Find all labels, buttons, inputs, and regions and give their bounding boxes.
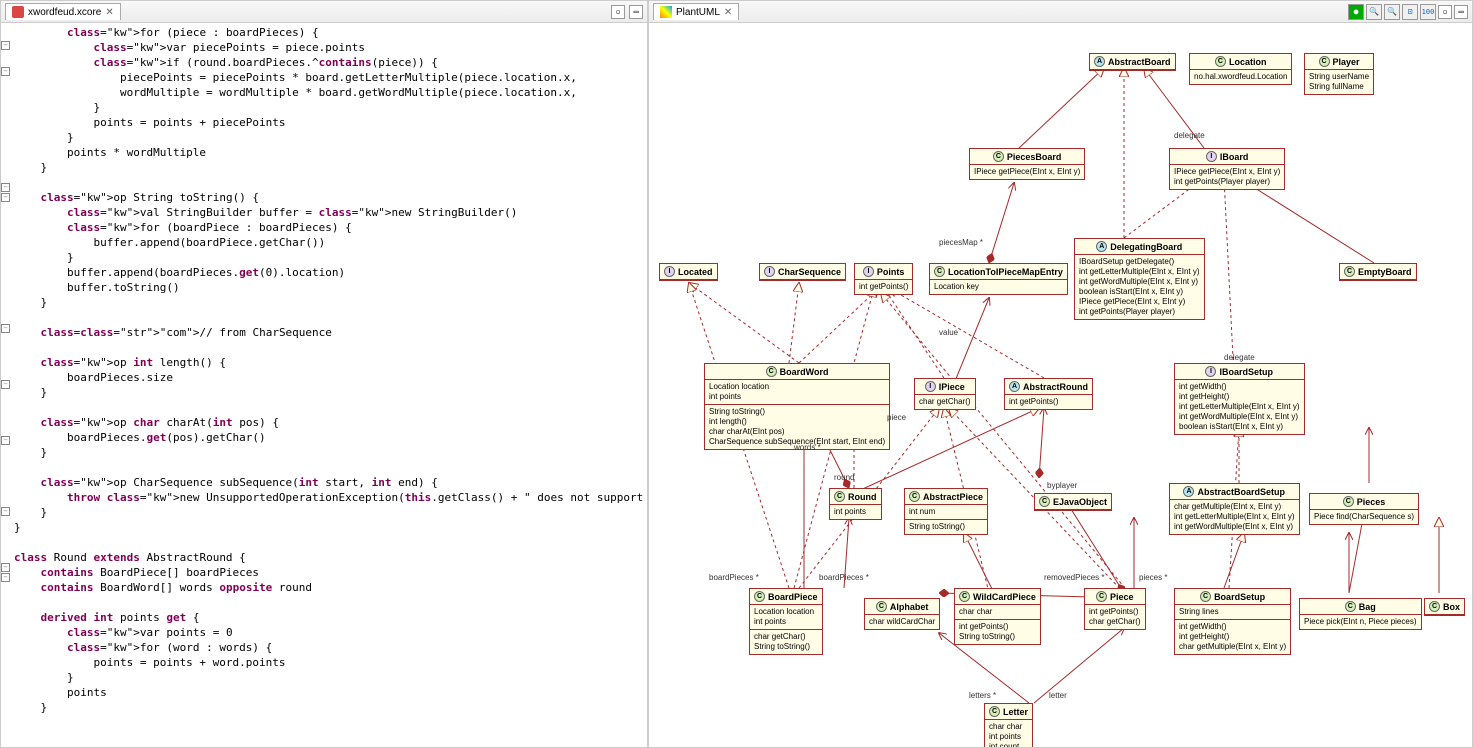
- left-tab-bar: xwordfeud.xcore ✕ ▫ ▭: [1, 1, 647, 23]
- diagram-pane: PlantUML ✕ ● 🔍 🔍 ⊡ 100 ▫ ▭: [648, 0, 1473, 748]
- tab-title: xwordfeud.xcore: [28, 7, 101, 18]
- uml-class-boardword[interactable]: CBoardWordLocation locationint pointsStr…: [704, 363, 890, 450]
- uml-class-piece[interactable]: CPieceint getPoints()char getChar(): [1084, 588, 1146, 630]
- close-icon[interactable]: ✕: [724, 7, 732, 18]
- uml-class-charsequence[interactable]: ICharSequence: [759, 263, 846, 281]
- edge-label-boardPieces: boardPieces *: [709, 573, 759, 582]
- close-icon[interactable]: ✕: [105, 7, 113, 18]
- uml-class-boardsetup[interactable]: CBoardSetupString linesint getWidth()int…: [1174, 588, 1291, 655]
- edge-label-letters: letters *: [969, 691, 996, 700]
- edge-label-delegate: delegate: [1174, 131, 1205, 140]
- fold-icon[interactable]: −: [1, 324, 10, 333]
- edge-label-words: words *: [794, 443, 821, 452]
- uml-class-piecesboard[interactable]: CPiecesBoardIPiece getPiece(EInt x, EInt…: [969, 148, 1085, 180]
- edge-label-piecesMap: piecesMap *: [939, 238, 983, 247]
- edge-label-delegate2: delegate: [1224, 353, 1255, 362]
- uml-class-iboard[interactable]: IIBoardIPiece getPiece(EInt x, EInt y)in…: [1169, 148, 1285, 190]
- xcore-file-icon: [12, 6, 24, 18]
- fit-icon[interactable]: ⊡: [1402, 4, 1418, 20]
- fold-icon[interactable]: −: [1, 436, 10, 445]
- uml-class-box[interactable]: CBox: [1424, 598, 1465, 616]
- uml-class-alphabet[interactable]: CAlphabetchar wildCardChar: [864, 598, 940, 630]
- uml-class-locationtoipiecemapentry[interactable]: CLocationToIPieceMapEntryLocation key: [929, 263, 1068, 295]
- fold-icon[interactable]: −: [1, 507, 10, 516]
- uml-class-letter[interactable]: CLetterchar charint pointsint count: [984, 703, 1033, 747]
- uml-class-ipiece[interactable]: IIPiecechar getChar(): [914, 378, 976, 410]
- fold-icon[interactable]: −: [1, 41, 10, 50]
- edge-label-pieces: pieces *: [1139, 573, 1167, 582]
- uml-class-wildcardpiece[interactable]: CWildCardPiecechar charint getPoints()St…: [954, 588, 1041, 645]
- edge-label-round: round: [834, 473, 854, 482]
- uml-class-ejavaobject[interactable]: CEJavaObject: [1034, 493, 1112, 511]
- fold-icon[interactable]: −: [1, 67, 10, 76]
- fold-icon[interactable]: −: [1, 380, 10, 389]
- fold-icon[interactable]: −: [1, 193, 10, 202]
- gutter: − − − − − − − − − −: [1, 23, 10, 747]
- uml-class-abstractboardsetup[interactable]: AAbstractBoardSetupchar getMultiple(EInt…: [1169, 483, 1300, 535]
- tab-title: PlantUML: [676, 7, 720, 18]
- zoom-out-icon[interactable]: 🔍: [1384, 4, 1400, 20]
- uml-class-bag[interactable]: CBagPiece pick(EInt n, Piece pieces): [1299, 598, 1422, 630]
- zoom-in-icon[interactable]: 🔍: [1366, 4, 1382, 20]
- uml-class-abstractboard[interactable]: AAbstractBoard: [1089, 53, 1176, 71]
- uml-class-location[interactable]: CLocationno.hal.xwordfeud.Location: [1189, 53, 1292, 85]
- right-tab-controls: ● 🔍 🔍 ⊡ 100 ▫ ▭: [1348, 4, 1468, 20]
- uml-class-points[interactable]: IPointsint getPoints(): [854, 263, 913, 295]
- plantuml-tab[interactable]: PlantUML ✕: [653, 3, 739, 20]
- fold-icon[interactable]: −: [1, 563, 10, 572]
- zoom-level[interactable]: 100: [1420, 4, 1436, 20]
- edge-label-piece: piece: [887, 413, 906, 422]
- edge-label-removedPieces: removedPieces *: [1044, 573, 1104, 582]
- running-icon[interactable]: ●: [1348, 4, 1364, 20]
- minimize-icon[interactable]: ▫: [1438, 5, 1452, 19]
- left-tab-controls: ▫ ▭: [611, 5, 643, 19]
- maximize-icon[interactable]: ▭: [1454, 5, 1468, 19]
- maximize-icon[interactable]: ▭: [629, 5, 643, 19]
- uml-class-round[interactable]: CRoundint points: [829, 488, 882, 520]
- uml-class-delegatingboard[interactable]: ADelegatingBoardIBoardSetup getDelegate(…: [1074, 238, 1205, 320]
- uml-class-located[interactable]: ILocated: [659, 263, 718, 281]
- plantuml-icon: [660, 6, 672, 18]
- code-editor-pane: xwordfeud.xcore ✕ ▫ ▭ − − − − − − − − −: [0, 0, 648, 748]
- edge-label-value: value: [939, 328, 958, 337]
- fold-icon[interactable]: −: [1, 183, 10, 192]
- xcore-tab[interactable]: xwordfeud.xcore ✕: [5, 3, 121, 20]
- edge-label-player: byplayer: [1047, 481, 1077, 490]
- uml-class-abstractround[interactable]: AAbstractRoundint getPoints(): [1004, 378, 1093, 410]
- right-tab-bar: PlantUML ✕ ● 🔍 🔍 ⊡ 100 ▫ ▭: [649, 1, 1472, 23]
- uml-class-emptyboard[interactable]: CEmptyBoard: [1339, 263, 1417, 281]
- uml-class-boardpiece[interactable]: CBoardPieceLocation locationint pointsch…: [749, 588, 823, 655]
- fold-icon[interactable]: −: [1, 573, 10, 582]
- edge-label-boardPieces2: boardPieces *: [819, 573, 869, 582]
- uml-class-abstractpiece[interactable]: CAbstractPieceint numString toString(): [904, 488, 988, 535]
- minimize-icon[interactable]: ▫: [611, 5, 625, 19]
- uml-class-iboardsetup[interactable]: IIBoardSetupint getWidth()int getHeight(…: [1174, 363, 1305, 435]
- code-content[interactable]: class="kw">for (piece : boardPieces) { c…: [10, 23, 647, 747]
- uml-diagram[interactable]: AAbstractBoard CLocationno.hal.xwordfeud.…: [649, 23, 1472, 747]
- uml-class-player[interactable]: CPlayerString userNameString fullName: [1304, 53, 1374, 95]
- code-editor[interactable]: − − − − − − − − − − class="kw">for (piec…: [1, 23, 647, 747]
- edge-label-letter: letter: [1049, 691, 1067, 700]
- uml-class-pieces[interactable]: CPiecesPiece find(CharSequence s): [1309, 493, 1419, 525]
